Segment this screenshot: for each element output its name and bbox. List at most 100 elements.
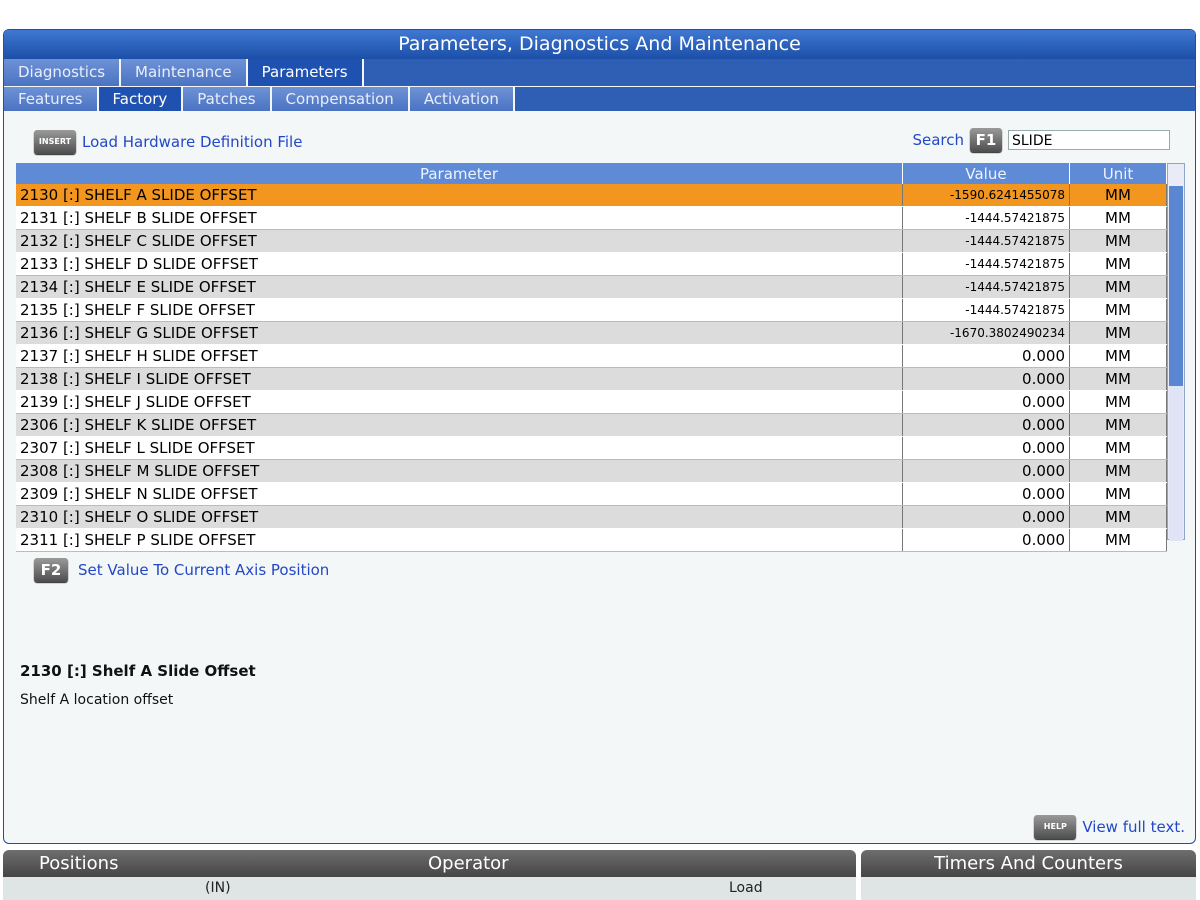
unit-cell: MM	[1069, 298, 1167, 322]
value-cell[interactable]: 0.000	[902, 344, 1070, 368]
table-row[interactable]: 2133 [:] SHELF D SLIDE OFFSET -1444.57421…	[16, 252, 1167, 276]
parameter-cell[interactable]: 2139 [:] SHELF J SLIDE OFFSET	[16, 390, 903, 414]
unit-cell: MM	[1069, 390, 1167, 414]
parameter-cell[interactable]: 2311 [:] SHELF P SLIDE OFFSET	[16, 528, 903, 552]
timers-header: Timers And Counters	[861, 850, 1196, 877]
window-title: Parameters, Diagnostics And Maintenance	[4, 30, 1195, 59]
value-cell[interactable]: -1670.3802490234	[902, 321, 1070, 345]
table-row[interactable]: 2138 [:] SHELF I SLIDE OFFSET 0.000 MM	[16, 367, 1167, 391]
timers-pane: Timers And Counters	[861, 850, 1196, 900]
table-scrollbar[interactable]	[1167, 163, 1185, 541]
positions-title[interactable]: Positions	[39, 850, 118, 877]
table-row[interactable]: 2310 [:] SHELF O SLIDE OFFSET 0.000 MM	[16, 505, 1167, 529]
table-row[interactable]: 2306 [:] SHELF K SLIDE OFFSET 0.000 MM	[16, 413, 1167, 437]
table-row[interactable]: 2308 [:] SHELF M SLIDE OFFSET 0.000 MM	[16, 459, 1167, 483]
tab-features[interactable]: Features	[4, 87, 99, 111]
set-value-action[interactable]: F2 Set Value To Current Axis Position	[34, 558, 329, 582]
positions-operator-pane: Positions Operator (IN) Load	[3, 850, 856, 900]
tab-maintenance[interactable]: Maintenance	[121, 59, 248, 86]
parameter-cell[interactable]: 2138 [:] SHELF I SLIDE OFFSET	[16, 367, 903, 391]
parameter-cell[interactable]: 2309 [:] SHELF N SLIDE OFFSET	[16, 482, 903, 506]
table-row[interactable]: 2139 [:] SHELF J SLIDE OFFSET 0.000 MM	[16, 390, 1167, 414]
parameter-cell[interactable]: 2135 [:] SHELF F SLIDE OFFSET	[16, 298, 903, 322]
units-label: (IN)	[205, 880, 231, 896]
unit-cell: MM	[1069, 505, 1167, 529]
parameter-cell[interactable]: 2307 [:] SHELF L SLIDE OFFSET	[16, 436, 903, 460]
table-row[interactable]: 2134 [:] SHELF E SLIDE OFFSET -1444.57421…	[16, 275, 1167, 299]
load-hardware-action[interactable]: INSERT Load Hardware Definition File	[34, 130, 302, 154]
parameter-cell[interactable]: 2306 [:] SHELF K SLIDE OFFSET	[16, 413, 903, 437]
table-row[interactable]: 2307 [:] SHELF L SLIDE OFFSET 0.000 MM	[16, 436, 1167, 460]
unit-cell: MM	[1069, 482, 1167, 506]
table-row[interactable]: 2137 [:] SHELF H SLIDE OFFSET 0.000 MM	[16, 344, 1167, 368]
sub-tab-bar: Features Factory Patches Compensation Ac…	[4, 87, 1195, 111]
value-cell[interactable]: 0.000	[902, 413, 1070, 437]
unit-cell: MM	[1069, 252, 1167, 276]
help-key-icon[interactable]: HELP	[1034, 815, 1077, 839]
unit-cell: MM	[1069, 344, 1167, 368]
tab-diagnostics[interactable]: Diagnostics	[4, 59, 122, 86]
col-parameter: Parameter	[16, 163, 903, 184]
unit-cell: MM	[1069, 206, 1167, 230]
parameter-table: Parameter Value Unit 2130 [:] SHELF A SL…	[16, 163, 1167, 552]
table-header: Parameter Value Unit	[16, 163, 1167, 184]
parameter-cell[interactable]: 2131 [:] SHELF B SLIDE OFFSET	[16, 206, 903, 230]
view-full-text-action[interactable]: HELP View full text.	[1034, 815, 1185, 839]
value-cell[interactable]: 0.000	[902, 390, 1070, 414]
unit-cell: MM	[1069, 459, 1167, 483]
tab-factory[interactable]: Factory	[98, 87, 184, 111]
value-cell[interactable]: 0.000	[902, 436, 1070, 460]
table-row[interactable]: 2130 [:] SHELF A SLIDE OFFSET -1590.62414…	[16, 184, 1167, 207]
load-label: Load	[729, 880, 763, 896]
value-cell[interactable]: 0.000	[902, 505, 1070, 529]
parameter-cell[interactable]: 2132 [:] SHELF C SLIDE OFFSET	[16, 229, 903, 253]
scrollbar-thumb[interactable]	[1169, 186, 1183, 386]
parameters-panel: Parameters, Diagnostics And Maintenance …	[3, 29, 1196, 844]
unit-cell: MM	[1069, 321, 1167, 345]
parameter-cell[interactable]: 2136 [:] SHELF G SLIDE OFFSET	[16, 321, 903, 345]
value-cell[interactable]: -1444.57421875	[902, 298, 1070, 322]
parameter-cell[interactable]: 2308 [:] SHELF M SLIDE OFFSET	[16, 459, 903, 483]
parameter-cell[interactable]: 2133 [:] SHELF D SLIDE OFFSET	[16, 252, 903, 276]
main-tab-bar: Diagnostics Maintenance Parameters	[4, 59, 1195, 86]
f2-key-icon[interactable]: F2	[34, 558, 68, 582]
value-cell[interactable]: -1444.57421875	[902, 229, 1070, 253]
operator-title[interactable]: Operator	[428, 850, 509, 877]
timers-title[interactable]: Timers And Counters	[934, 853, 1123, 874]
parameter-cell[interactable]: 2130 [:] SHELF A SLIDE OFFSET	[16, 184, 903, 207]
insert-key-icon[interactable]: INSERT	[34, 130, 76, 154]
table-row[interactable]: 2309 [:] SHELF N SLIDE OFFSET 0.000 MM	[16, 482, 1167, 506]
value-cell[interactable]: -1590.6241455078	[902, 184, 1070, 207]
value-cell[interactable]: 0.000	[902, 482, 1070, 506]
unit-cell: MM	[1069, 275, 1167, 299]
table-row[interactable]: 2131 [:] SHELF B SLIDE OFFSET -1444.57421…	[16, 206, 1167, 230]
parameter-cell[interactable]: 2134 [:] SHELF E SLIDE OFFSET	[16, 275, 903, 299]
table-row[interactable]: 2132 [:] SHELF C SLIDE OFFSET -1444.57421…	[16, 229, 1167, 253]
tab-activation[interactable]: Activation	[409, 87, 515, 111]
search-bar: Search F1 SLIDE	[912, 128, 1170, 152]
f1-key-icon[interactable]: F1	[970, 128, 1002, 152]
search-input[interactable]: SLIDE	[1008, 130, 1170, 150]
table-row[interactable]: 2135 [:] SHELF F SLIDE OFFSET -1444.57421…	[16, 298, 1167, 322]
parameter-cell[interactable]: 2137 [:] SHELF H SLIDE OFFSET	[16, 344, 903, 368]
parameter-cell[interactable]: 2310 [:] SHELF O SLIDE OFFSET	[16, 505, 903, 529]
tab-compensation[interactable]: Compensation	[271, 87, 410, 111]
value-cell[interactable]: -1444.57421875	[902, 275, 1070, 299]
positions-header: Positions Operator	[3, 850, 856, 877]
set-value-link[interactable]: Set Value To Current Axis Position	[78, 561, 329, 579]
table-row[interactable]: 2136 [:] SHELF G SLIDE OFFSET -1670.38024…	[16, 321, 1167, 345]
timers-body	[861, 877, 1196, 900]
search-label: Search	[912, 131, 964, 149]
tab-patches[interactable]: Patches	[183, 87, 272, 111]
value-cell[interactable]: -1444.57421875	[902, 206, 1070, 230]
unit-cell: MM	[1069, 436, 1167, 460]
table-row[interactable]: 2311 [:] SHELF P SLIDE OFFSET 0.000 MM	[16, 528, 1167, 552]
tab-parameters[interactable]: Parameters	[247, 59, 364, 86]
load-hardware-link[interactable]: Load Hardware Definition File	[82, 133, 302, 151]
unit-cell: MM	[1069, 367, 1167, 391]
value-cell[interactable]: 0.000	[902, 459, 1070, 483]
view-full-text-link[interactable]: View full text.	[1082, 818, 1185, 836]
value-cell[interactable]: 0.000	[902, 528, 1070, 552]
value-cell[interactable]: 0.000	[902, 367, 1070, 391]
value-cell[interactable]: -1444.57421875	[902, 252, 1070, 276]
